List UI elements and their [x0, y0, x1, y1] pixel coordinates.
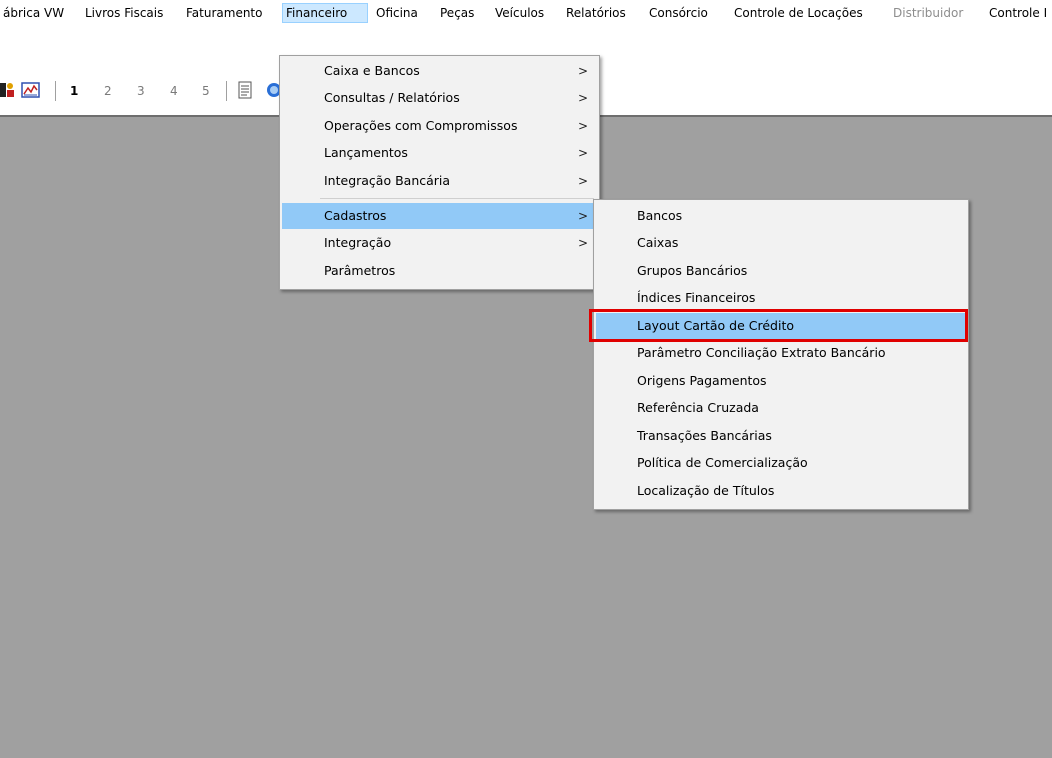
- submenu-item-localizacao-titulos[interactable]: Localização de Títulos: [596, 478, 966, 504]
- menu-item-integracao-bancaria[interactable]: Integração Bancária >: [282, 168, 597, 194]
- menu-item-label: Integração Bancária: [324, 173, 451, 188]
- chevron-right-icon: >: [578, 146, 589, 160]
- menu-item-label: Origens Pagamentos: [637, 373, 767, 388]
- menu-item-label: Operações com Compromissos: [324, 118, 518, 133]
- menu-item-lancamentos[interactable]: Lançamentos >: [282, 140, 597, 166]
- menu-item-label: Layout Cartão de Crédito: [637, 318, 795, 333]
- chevron-right-icon: >: [578, 64, 589, 78]
- menu-item-label: Grupos Bancários: [637, 263, 748, 278]
- chart-icon[interactable]: [21, 81, 41, 99]
- menu-distribuidor[interactable]: Distribuidor: [890, 3, 966, 23]
- chevron-right-icon: >: [578, 209, 589, 223]
- submenu-item-caixas[interactable]: Caixas: [596, 230, 966, 256]
- submenu-item-bancos[interactable]: Bancos: [596, 203, 966, 229]
- menu-item-label: Transações Bancárias: [637, 428, 772, 443]
- menu-item-label: Parâmetros: [324, 263, 396, 278]
- menu-item-label: Consultas / Relatórios: [324, 90, 460, 105]
- submenu-item-indices-financeiros[interactable]: Índices Financeiros: [596, 285, 966, 311]
- submenu-item-layout-cartao-credito[interactable]: Layout Cartão de Crédito: [596, 313, 966, 339]
- chevron-right-icon: >: [578, 174, 589, 188]
- page-2-button[interactable]: 2: [104, 81, 112, 101]
- cadastros-submenu: Bancos Caixas Grupos Bancários Índices F…: [593, 199, 969, 510]
- menu-item-label: Bancos: [637, 208, 683, 223]
- menu-faturamento[interactable]: Faturamento: [183, 3, 265, 23]
- menu-item-integracao[interactable]: Integração >: [282, 230, 597, 256]
- menu-separator: [320, 198, 594, 199]
- menu-consorcio[interactable]: Consórcio: [646, 3, 711, 23]
- menu-item-label: Lançamentos: [324, 145, 408, 160]
- menu-pecas[interactable]: Peças: [437, 3, 477, 23]
- toolbar-separator: [226, 81, 227, 101]
- financeiro-dropdown: Caixa e Bancos > Consultas / Relatórios …: [279, 55, 600, 290]
- menu-item-parametros[interactable]: Parâmetros: [282, 258, 597, 284]
- menu-livros-fiscais[interactable]: Livros Fiscais: [82, 3, 166, 23]
- menu-item-label: Localização de Títulos: [637, 483, 775, 498]
- submenu-item-grupos-bancarios[interactable]: Grupos Bancários: [596, 258, 966, 284]
- page-5-button[interactable]: 5: [202, 81, 210, 101]
- submenu-item-politica-comercializacao[interactable]: Política de Comercialização: [596, 450, 966, 476]
- menu-item-label: Política de Comercialização: [637, 455, 808, 470]
- menu-veiculos[interactable]: Veículos: [492, 3, 547, 23]
- menu-relatorios[interactable]: Relatórios: [563, 3, 629, 23]
- submenu-item-transacoes-bancarias[interactable]: Transações Bancárias: [596, 423, 966, 449]
- chevron-right-icon: >: [578, 119, 589, 133]
- menu-item-label: Integração: [324, 235, 392, 250]
- menu-fabrica-vw[interactable]: ábrica VW: [0, 3, 67, 23]
- menu-item-label: Referência Cruzada: [637, 400, 759, 415]
- page-1-button[interactable]: 1: [70, 81, 78, 101]
- menu-item-operacoes-compromissos[interactable]: Operações com Compromissos >: [282, 113, 597, 139]
- chevron-right-icon: >: [578, 91, 589, 105]
- submenu-item-parametro-conciliacao[interactable]: Parâmetro Conciliação Extrato Bancário: [596, 340, 966, 366]
- menu-oficina[interactable]: Oficina: [373, 3, 421, 23]
- menu-item-consultas-relatorios[interactable]: Consultas / Relatórios >: [282, 85, 597, 111]
- menu-item-label: Caixas: [637, 235, 679, 250]
- menu-item-label: Índices Financeiros: [637, 290, 756, 305]
- page-3-button[interactable]: 3: [137, 81, 145, 101]
- menu-item-label: Cadastros: [324, 208, 387, 223]
- menu-controle-overflow[interactable]: Controle I: [986, 3, 1050, 23]
- menu-financeiro[interactable]: Financeiro: [282, 3, 368, 23]
- menu-item-caixa-bancos[interactable]: Caixa e Bancos >: [282, 58, 597, 84]
- submenu-item-origens-pagamentos[interactable]: Origens Pagamentos: [596, 368, 966, 394]
- toolbar-separator: [55, 81, 56, 101]
- menu-bar: ábrica VW Livros Fiscais Faturamento Fin…: [0, 0, 1052, 27]
- menu-item-label: Parâmetro Conciliação Extrato Bancário: [637, 345, 886, 360]
- submenu-item-referencia-cruzada[interactable]: Referência Cruzada: [596, 395, 966, 421]
- person-icon[interactable]: [0, 81, 16, 99]
- chevron-right-icon: >: [578, 236, 589, 250]
- menu-item-label: Caixa e Bancos: [324, 63, 420, 78]
- document-icon[interactable]: [238, 81, 252, 99]
- page-4-button[interactable]: 4: [170, 81, 178, 101]
- menu-controle-locacoes[interactable]: Controle de Locações: [731, 3, 866, 23]
- menu-item-cadastros[interactable]: Cadastros >: [282, 203, 597, 229]
